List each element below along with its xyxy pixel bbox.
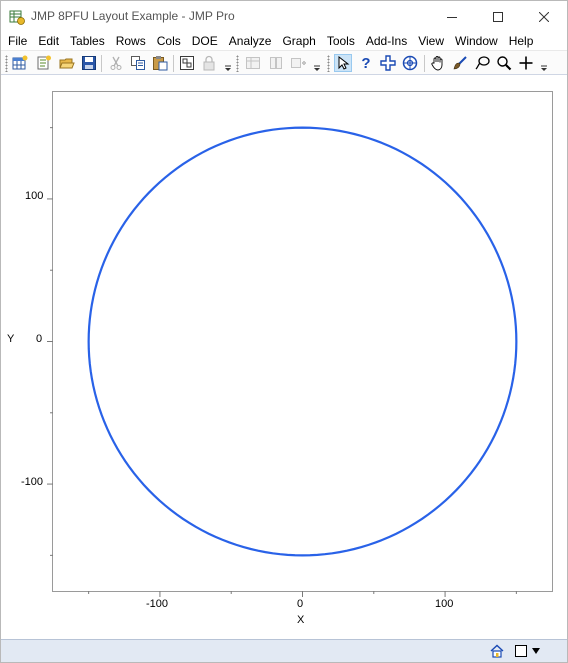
menu-cols[interactable]: Cols [157,32,181,50]
new-script-icon [37,55,51,70]
save-icon [82,56,96,70]
new-data-table-button[interactable] [11,54,29,72]
lasso-tool-button[interactable] [473,54,491,72]
home-icon [490,644,504,658]
toolbar-grip[interactable] [236,55,239,72]
close-button[interactable] [521,1,567,32]
menu-file[interactable]: File [8,32,27,50]
minimize-button[interactable] [429,1,475,32]
axis-ticks [47,127,517,597]
copy-button[interactable] [129,54,147,72]
x-tick-label: 100 [435,598,454,610]
menu-graph[interactable]: Graph [282,32,315,50]
journal-button[interactable] [267,54,285,72]
lasso-icon [475,56,490,70]
title-bar: JMP 8PFU Layout Example - JMP Pro [1,1,567,32]
maximize-button[interactable] [475,1,521,32]
help-tool-button[interactable]: ? [357,54,375,72]
menu-window[interactable]: Window [455,32,498,50]
arrow-icon [338,56,350,70]
report-icon [180,56,194,70]
home-button[interactable] [488,642,506,660]
y-tick-label: 100 [25,190,44,202]
cut-icon [110,56,122,70]
table-button[interactable] [244,54,262,72]
svg-text:?: ? [361,55,370,71]
report-button[interactable] [178,54,196,72]
lock-icon [203,55,215,71]
window-list-icon [515,645,540,657]
magnifier-icon [497,56,512,71]
menu-bar: File Edit Tables Rows Cols DOE Analyze G… [1,32,567,50]
copy-icon [131,56,145,70]
chevron-down-icon[interactable] [225,64,231,72]
maximize-icon [493,11,503,22]
menu-tables[interactable]: Tables [70,32,105,50]
journal-icon [270,57,282,69]
plus-tool-button[interactable] [517,54,535,72]
window-list-button[interactable] [513,642,545,660]
paste-button[interactable] [151,54,169,72]
toolbar-grip[interactable] [5,55,8,72]
menu-tools[interactable]: Tools [327,32,355,50]
toolbar-grip[interactable] [327,55,330,72]
menu-view[interactable]: View [418,32,444,50]
y-tick-label: 0 [36,333,43,345]
help-icon: ? [361,55,370,71]
brush-tool-button[interactable] [451,54,469,72]
lock-button[interactable] [200,54,218,72]
y-axis-title[interactable]: Y [7,333,14,345]
toolbar-separator [101,55,102,72]
menu-help[interactable]: Help [509,32,534,50]
add-button[interactable] [289,54,307,72]
menu-analyze[interactable]: Analyze [229,32,272,50]
scroller-icon [402,55,418,71]
graph-content: 100 0 -100 -100 0 100 Y X [1,76,567,639]
brush-icon [453,56,467,70]
plus-icon [519,56,533,70]
scroller-tool-button[interactable] [401,54,419,72]
grabber-icon [431,56,443,71]
x-tick-label: -100 [146,598,169,610]
save-button[interactable] [80,54,98,72]
magnifier-tool-button[interactable] [495,54,513,72]
minimize-icon [447,16,457,18]
toolbar-separator [424,55,425,72]
menu-rows[interactable]: Rows [116,32,146,50]
x-axis-title[interactable]: X [297,614,304,626]
new-data-table-icon [12,55,28,70]
crosshair-icon [380,55,396,71]
chevron-down-icon[interactable] [314,64,320,72]
arrow-tool-button[interactable] [334,54,352,72]
crosshair-tool-button[interactable] [379,54,397,72]
open-icon [59,58,75,69]
jmp-app-icon [9,10,25,25]
toolbar: ? [1,50,567,75]
paste-icon [153,56,168,71]
window-title: JMP 8PFU Layout Example - JMP Pro [31,9,235,23]
close-icon [539,11,549,22]
toolbar-separator [173,55,174,72]
menu-add-ins[interactable]: Add-Ins [366,32,407,50]
table-icon [246,57,260,69]
new-script-button[interactable] [35,54,53,72]
open-button[interactable] [58,54,76,72]
grabber-tool-button[interactable] [429,54,447,72]
y-tick-label: -100 [21,476,44,488]
x-tick-label: 0 [297,598,304,610]
chevron-down-icon[interactable] [541,64,547,72]
status-bar [1,639,567,662]
app-window: JMP 8PFU Layout Example - JMP Pro File E… [0,0,568,663]
menu-edit[interactable]: Edit [38,32,59,50]
add-icon [291,58,306,68]
menu-doe[interactable]: DOE [192,32,218,50]
cut-button[interactable] [107,54,125,72]
